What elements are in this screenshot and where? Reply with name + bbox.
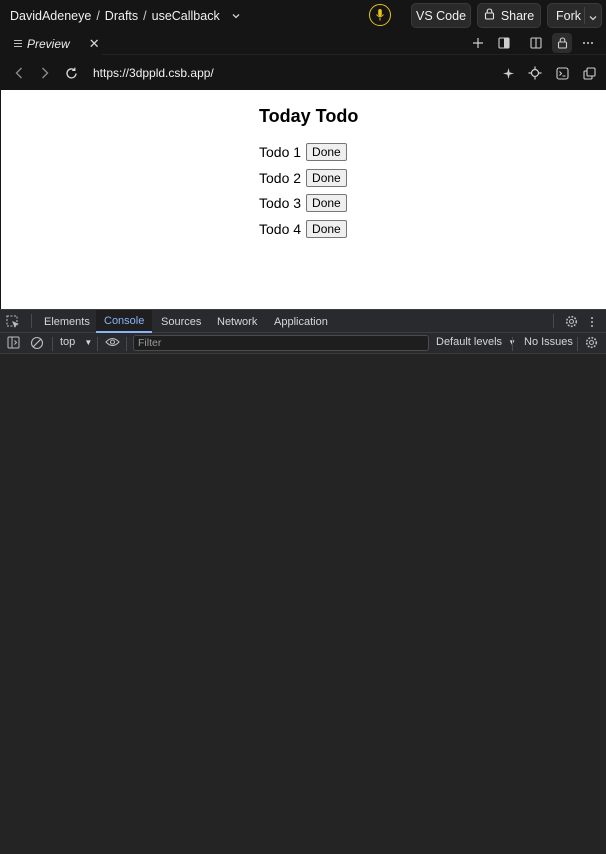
crosshair-icon[interactable]	[526, 64, 544, 82]
todo-item: Todo 3 Done	[259, 194, 347, 212]
toolbar-divider	[52, 337, 53, 351]
toolbar-divider	[31, 314, 32, 328]
address-bar-actions	[499, 64, 598, 82]
url-field[interactable]: https://3dppld.csb.app/	[93, 66, 214, 80]
devtools-tab-bar: Elements Console Sources Network Applica…	[0, 309, 606, 333]
todo-label: Todo 4	[259, 221, 302, 237]
sparkle-icon[interactable]	[499, 64, 517, 82]
fork-divider	[584, 7, 585, 24]
settings-gear-icon[interactable]	[565, 310, 578, 333]
chevron-down-icon[interactable]	[231, 11, 241, 21]
context-select-value: top	[60, 336, 76, 348]
console-settings-gear-icon[interactable]	[585, 336, 598, 352]
log-levels-dropdown[interactable]: Default levels ▼	[436, 336, 516, 348]
plus-icon[interactable]	[468, 33, 488, 53]
toolbar-divider	[577, 337, 578, 351]
toolbar-divider	[553, 314, 554, 328]
done-button[interactable]: Done	[306, 143, 347, 161]
inspect-element-icon[interactable]	[6, 310, 20, 333]
breadcrumb-separator: /	[143, 8, 147, 23]
toolbar-divider	[126, 337, 127, 351]
issues-badge[interactable]: No Issues	[524, 336, 573, 348]
done-button[interactable]: Done	[306, 169, 347, 187]
console-output[interactable]	[0, 354, 606, 854]
more-options-icon[interactable]	[578, 33, 598, 53]
open-new-window-icon[interactable]	[580, 64, 598, 82]
todo-label: Todo 2	[259, 170, 302, 186]
done-button[interactable]: Done	[306, 194, 347, 212]
todo-item: Todo 1 Done	[259, 143, 347, 161]
tab-bar-actions	[468, 33, 598, 53]
todo-item: Todo 4 Done	[259, 220, 347, 238]
forward-arrow-icon[interactable]	[36, 64, 54, 82]
toolbar-divider	[512, 337, 513, 351]
toolbar-divider	[97, 337, 98, 351]
tab-preview-label: Preview	[27, 36, 70, 51]
todo-label: Todo 3	[259, 195, 302, 211]
tab-network[interactable]: Network	[217, 310, 257, 333]
tab-sources[interactable]: Sources	[161, 310, 201, 333]
drag-handle-icon[interactable]	[14, 37, 22, 51]
breadcrumb-user[interactable]: DavidAdeneye	[10, 9, 91, 23]
tab-application[interactable]: Application	[274, 310, 328, 333]
tab-preview[interactable]: Preview ✕	[0, 31, 102, 55]
open-vscode-label: VS Code	[415, 8, 467, 23]
todo-item: Todo 2 Done	[259, 169, 347, 187]
microphone-icon[interactable]	[369, 4, 391, 26]
dropdown-arrow-icon: ▼	[84, 338, 93, 347]
live-expression-eye-icon[interactable]	[105, 336, 120, 351]
app-top-bar: DavidAdeneye / Drafts / useCallback VS C…	[0, 0, 606, 31]
panel-toggle-icon[interactable]	[494, 33, 514, 53]
split-view-icon[interactable]	[526, 33, 546, 53]
close-icon[interactable]: ✕	[89, 36, 100, 52]
preview-pane: Today Todo Todo 1 Done Todo 2 Done Todo …	[1, 90, 606, 309]
console-toolbar: top ▼ Filter Default levels ▼ No Issues	[0, 333, 606, 354]
back-arrow-icon[interactable]	[10, 64, 28, 82]
share-label: Share	[500, 8, 535, 23]
breadcrumb-project[interactable]: useCallback	[152, 9, 220, 23]
fork-button[interactable]: Fork	[547, 3, 602, 28]
address-bar: https://3dppld.csb.app/	[0, 56, 606, 90]
fork-label: Fork	[556, 8, 581, 23]
lock-icon	[484, 8, 495, 23]
terminal-icon[interactable]	[553, 64, 571, 82]
log-levels-value: Default levels	[436, 336, 503, 348]
share-button[interactable]: Share	[477, 3, 541, 28]
page-title: Today Todo	[259, 106, 359, 126]
tab-console[interactable]: Console	[96, 310, 153, 333]
filter-input[interactable]: Filter	[133, 335, 429, 351]
done-button[interactable]: Done	[306, 220, 347, 238]
clear-console-icon[interactable]	[30, 336, 44, 353]
breadcrumb-folder[interactable]: Drafts	[105, 9, 138, 23]
breadcrumb: DavidAdeneye / Drafts / useCallback	[0, 9, 241, 23]
chevron-down-icon[interactable]	[589, 10, 597, 24]
refresh-icon[interactable]	[62, 64, 80, 82]
breadcrumb-separator: /	[96, 8, 100, 23]
kebab-menu-icon[interactable]	[590, 310, 594, 333]
editor-tab-bar: Preview ✕	[0, 31, 606, 55]
context-select[interactable]: top ▼	[60, 336, 92, 348]
tab-elements[interactable]: Elements	[44, 310, 90, 333]
todo-label: Todo 1	[259, 144, 302, 160]
open-vscode-button[interactable]: VS Code	[411, 3, 471, 28]
sidebar-toggle-icon[interactable]	[7, 336, 20, 352]
lock-icon[interactable]	[552, 33, 572, 53]
